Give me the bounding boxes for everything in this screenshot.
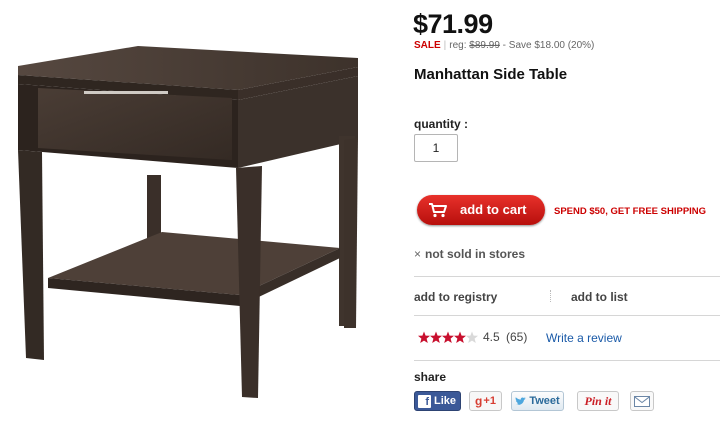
sale-badge: SALE bbox=[414, 40, 441, 51]
divider bbox=[414, 315, 720, 316]
reg-price: $89.99 bbox=[469, 40, 500, 51]
sale-line: SALE | reg: $89.99 - Save $18.00 (20%) bbox=[414, 40, 595, 51]
free-shipping-promo: SPEND $50, GET FREE SHIPPING bbox=[554, 206, 707, 217]
quantity-input[interactable] bbox=[414, 134, 458, 162]
add-to-cart-label: add to cart bbox=[460, 202, 527, 217]
twitter-bird-icon bbox=[515, 396, 527, 405]
divider bbox=[414, 360, 720, 361]
google-plus-icon: g bbox=[475, 394, 483, 408]
review-count: (65) bbox=[506, 330, 528, 344]
divider bbox=[414, 276, 720, 277]
add-to-registry-link[interactable]: add to registry bbox=[414, 290, 497, 304]
cart-icon bbox=[429, 203, 447, 218]
write-review-link[interactable]: Write a review bbox=[546, 331, 622, 345]
separator bbox=[550, 290, 551, 302]
add-to-cart-button[interactable]: add to cart bbox=[417, 195, 545, 225]
tweet-label: Tweet bbox=[529, 395, 560, 407]
rating-stars bbox=[418, 331, 478, 343]
product-title: Manhattan Side Table bbox=[414, 66, 568, 83]
envelope-icon bbox=[634, 395, 650, 407]
email-share-button[interactable] bbox=[630, 391, 654, 411]
add-to-list-link[interactable]: add to list bbox=[571, 290, 628, 304]
pin-it-label: Pin it bbox=[584, 393, 612, 408]
store-availability-text: not sold in stores bbox=[425, 247, 526, 261]
store-availability: × not sold in stores bbox=[414, 247, 525, 261]
save-text: - Save $18.00 (20%) bbox=[502, 40, 595, 51]
price: $71.99 bbox=[413, 9, 493, 39]
rating-value: 4.5 bbox=[483, 330, 500, 344]
share-label: share bbox=[414, 370, 447, 384]
product-image bbox=[18, 46, 358, 398]
google-plus-label: +1 bbox=[483, 395, 496, 407]
facebook-icon: f bbox=[418, 394, 431, 408]
quantity-label: quantity : bbox=[414, 117, 468, 131]
tweet-button[interactable]: Tweet bbox=[511, 391, 564, 411]
close-icon: × bbox=[414, 247, 422, 261]
facebook-like-button[interactable]: f Like bbox=[414, 391, 461, 411]
reg-prefix: reg: bbox=[449, 40, 467, 51]
facebook-like-label: Like bbox=[434, 395, 457, 407]
pin-it-button[interactable]: Pin it bbox=[577, 391, 619, 411]
google-plus-button[interactable]: g +1 bbox=[469, 391, 502, 411]
